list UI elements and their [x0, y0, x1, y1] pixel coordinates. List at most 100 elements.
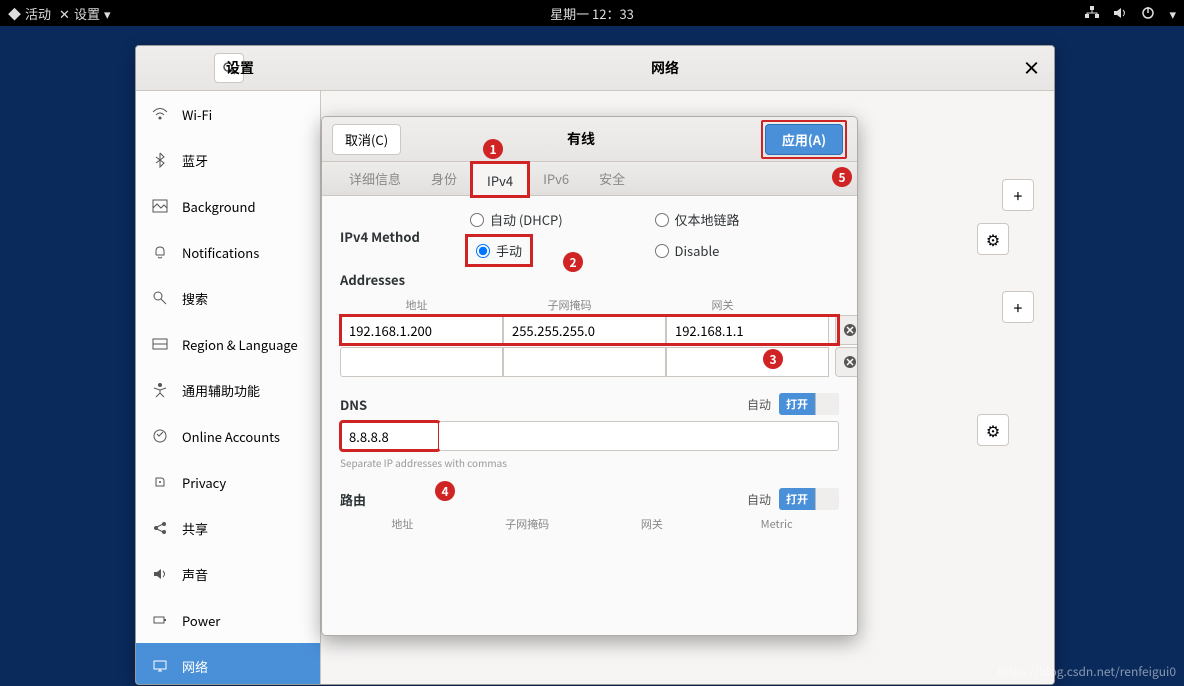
dns-input-rest[interactable]	[439, 421, 839, 451]
background-icon	[152, 198, 168, 214]
settings-app-icon: ✕	[59, 4, 70, 23]
sidebar-item-accessibility[interactable]: 通用辅助功能	[136, 367, 320, 413]
radio-link-local[interactable]: 仅本地链路	[655, 210, 840, 229]
radio-label: 自动 (DHCP)	[490, 210, 563, 229]
power-icon	[152, 612, 168, 628]
sidebar-item-network[interactable]: 网络	[136, 643, 320, 684]
dns-input[interactable]	[340, 421, 440, 451]
routes-label: 路由	[340, 490, 366, 509]
accessibility-icon	[152, 382, 168, 398]
sidebar-item-search[interactable]: 搜索	[136, 275, 320, 321]
apply-button[interactable]: 应用(A)	[765, 124, 843, 155]
dialog-headerbar: 取消(C) 有线 应用(A)	[322, 117, 857, 162]
sidebar-item-power[interactable]: Power	[136, 597, 320, 643]
add-connection-button[interactable]: +	[1002, 179, 1034, 211]
sidebar-item-label: 共享	[182, 519, 208, 538]
sidebar-item-online-accounts[interactable]: Online Accounts	[136, 413, 320, 459]
sidebar-item-label: 通用辅助功能	[182, 381, 260, 400]
col-metric: Metric	[714, 516, 839, 532]
tab-security[interactable]: 安全	[584, 162, 640, 195]
annotation-badge: 2	[563, 252, 583, 272]
app-menu[interactable]: ✕ 设置 ▾	[59, 4, 110, 23]
settings-headerbar: 设置 网络 ×	[136, 46, 1054, 91]
tab-identity[interactable]: 身份	[416, 162, 472, 195]
radio-label: 手动	[496, 241, 522, 260]
sound-icon	[152, 566, 168, 582]
cancel-button[interactable]: 取消(C)	[332, 124, 401, 155]
radio-auto-dhcp[interactable]: 自动 (DHCP)	[470, 210, 655, 229]
sidebar-item-label: Privacy	[182, 473, 226, 492]
address-input[interactable]	[340, 315, 503, 345]
proxy-settings-button[interactable]: ⚙	[977, 414, 1009, 446]
addresses-label: Addresses	[340, 270, 839, 289]
radio-label: Disable	[675, 241, 720, 260]
ipv4-method-label: IPv4 Method	[340, 227, 470, 246]
sidebar-item-label: 声音	[182, 565, 208, 584]
col-address: 地址	[340, 297, 493, 313]
sidebar-item-notifications[interactable]: Notifications	[136, 229, 320, 275]
app-menu-label: 设置	[74, 4, 100, 23]
volume-icon[interactable]	[1113, 6, 1127, 20]
toggle-on-label: 打开	[779, 488, 815, 510]
netmask-input[interactable]	[503, 347, 666, 377]
sidebar-item-wifi[interactable]: Wi-Fi	[136, 91, 320, 137]
delete-row-button[interactable]	[835, 347, 857, 377]
close-button[interactable]: ×	[1009, 55, 1054, 81]
chevron-down-icon[interactable]: ▾	[1169, 4, 1176, 23]
annotation-badge: 3	[763, 349, 783, 369]
col-netmask: 子网掩码	[465, 516, 590, 532]
tab-ipv6[interactable]: IPv6	[528, 162, 584, 195]
network-status-icon[interactable]	[1085, 6, 1099, 20]
gateway-input[interactable]	[666, 347, 829, 377]
connection-settings-button[interactable]: ⚙	[977, 223, 1009, 255]
sidebar-item-label: 网络	[182, 657, 208, 676]
delete-row-button[interactable]	[835, 315, 857, 345]
share-icon	[152, 520, 168, 536]
wired-connection-dialog: 取消(C) 有线 应用(A) 详细信息 身份 IPv4 IPv6 安全 IPv4…	[321, 116, 858, 636]
activities-icon: ◆	[8, 4, 21, 23]
activities-label: 活动	[25, 4, 51, 23]
tab-details[interactable]: 详细信息	[334, 162, 416, 195]
gateway-input[interactable]	[666, 315, 829, 345]
activities-button[interactable]: ◆ 活动	[8, 4, 51, 23]
sidebar-item-sharing[interactable]: 共享	[136, 505, 320, 551]
search-icon	[152, 290, 168, 306]
sidebar-item-region[interactable]: Region & Language	[136, 321, 320, 367]
sidebar-item-label: Online Accounts	[182, 427, 280, 446]
wifi-icon	[152, 106, 168, 122]
radio-disable[interactable]: Disable	[655, 239, 840, 262]
dialog-title: 有线	[401, 129, 761, 149]
sidebar-item-bluetooth[interactable]: 蓝牙	[136, 137, 320, 183]
radio-manual[interactable]: 手动	[470, 239, 528, 262]
region-icon	[152, 336, 168, 352]
power-icon[interactable]	[1141, 6, 1155, 20]
ipv4-tab-content: IPv4 Method 自动 (DHCP) 仅本地链路 手动 Disable A…	[322, 196, 857, 635]
bluetooth-icon	[152, 152, 168, 168]
routes-auto-label: 自动	[747, 491, 771, 508]
dns-auto-toggle[interactable]: 打开	[779, 393, 839, 415]
col-gateway: 网关	[646, 297, 799, 313]
col-address: 地址	[340, 516, 465, 532]
tab-ipv4[interactable]: IPv4	[472, 163, 528, 196]
sidebar-item-background[interactable]: Background	[136, 183, 320, 229]
address-input[interactable]	[340, 347, 503, 377]
sidebar-item-label: Notifications	[182, 243, 259, 262]
clock[interactable]: 星期一 12：33	[550, 4, 634, 23]
delete-icon	[843, 323, 857, 337]
sidebar-item-sound[interactable]: 声音	[136, 551, 320, 597]
gnome-topbar: ◆ 活动 ✕ 设置 ▾ 星期一 12：33 ▾	[0, 0, 1184, 26]
sidebar-item-label: Background	[182, 197, 256, 216]
col-netmask: 子网掩码	[493, 297, 646, 313]
sidebar-item-label: 蓝牙	[182, 151, 208, 170]
add-vpn-button[interactable]: +	[1002, 291, 1034, 323]
online-accounts-icon	[152, 428, 168, 444]
netmask-input[interactable]	[503, 315, 666, 345]
routes-auto-toggle[interactable]: 打开	[779, 488, 839, 510]
dialog-tabs: 详细信息 身份 IPv4 IPv6 安全	[322, 162, 857, 196]
annotation-badge: 5	[832, 167, 852, 187]
settings-sidebar: Wi-Fi 蓝牙 Background Notifications 搜索 Reg…	[136, 91, 321, 684]
bell-icon	[152, 244, 168, 260]
sidebar-item-label: Wi-Fi	[182, 105, 212, 124]
annotation-badge: 1	[483, 139, 503, 159]
sidebar-item-privacy[interactable]: Privacy	[136, 459, 320, 505]
